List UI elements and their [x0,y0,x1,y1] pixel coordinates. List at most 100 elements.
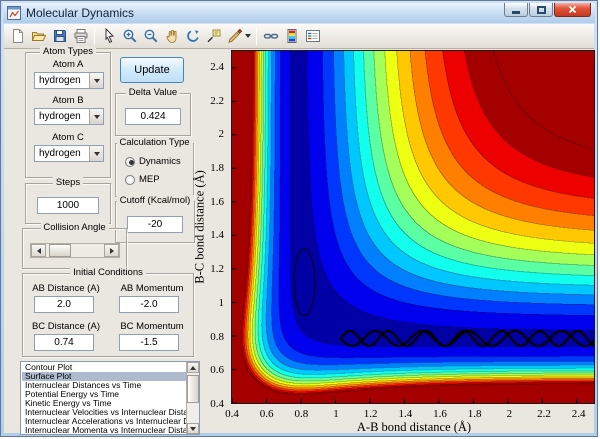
steps-panel: Steps 1000 [25,177,111,224]
list-item[interactable]: Internuclear Velocities vs Internuclear … [22,408,186,417]
x-tick-label: 0.4 [225,408,239,420]
ab-momentum-label: AB Momentum [120,283,184,294]
insert-legend-icon [305,30,320,42]
y-axis-label: B-C bond distance (Å) [192,170,207,284]
open-file-icon [31,32,46,41]
x-tick-label: 1.4 [398,408,413,420]
toolbar-separator [256,27,257,45]
zoom-in-button[interactable] [119,26,140,47]
edit-plot-button[interactable] [98,26,119,47]
plot-type-listbox[interactable]: Contour Plot Surface Plot Internuclear D… [20,361,200,435]
link-plot-button[interactable] [260,26,281,47]
insert-colorbar-icon [287,29,296,43]
delta-value-input[interactable]: 0.424 [125,108,181,125]
y-tick-label: 2.4 [210,60,224,73]
calculation-type-title: Calculation Type [116,137,193,148]
ab-momentum-input[interactable]: -2.0 [119,296,179,313]
list-item[interactable]: Internuclear Momenta vs Internuclear Dis… [22,426,186,433]
x-tick-label: 0.8 [294,408,309,420]
atom-c-value: hydrogen [39,148,81,159]
list-item[interactable]: Contour Plot [22,363,186,372]
list-items: Contour Plot Surface Plot Internuclear D… [22,363,186,433]
maximize-button[interactable] [529,3,553,17]
close-button[interactable] [554,3,591,17]
atom-c-label: Atom C [52,132,84,143]
x-tick-labels: 0.4 0.6 0.8 1 1.2 1.4 1.6 1.8 2 2.2 2.4 [225,408,596,420]
y-tick-label: 1.4 [210,229,224,242]
print-figure-button[interactable] [70,26,91,47]
initial-conditions-panel: Initial Conditions AB Distance (A) AB Mo… [22,267,194,357]
brush-data-button[interactable] [224,26,253,47]
minimize-button[interactable] [504,3,528,17]
minimize-icon [512,11,520,14]
atom-types-title: Atom Types [40,46,96,57]
slider-left-arrow[interactable] [31,244,46,257]
rotate-3d-button[interactable] [182,26,203,47]
list-item[interactable]: Internuclear Accelerations vs Internucle… [22,417,186,426]
chevron-down-icon[interactable] [89,109,103,124]
calculation-type-panel: Calculation Type Dynamics MEP [115,137,194,197]
ab-distance-input[interactable]: 2.0 [34,296,94,313]
mep-radio[interactable]: MEP [125,174,160,185]
y-tick-label: 2 [218,128,225,141]
x-tick-label: 2.4 [571,408,586,420]
initial-conditions-title: Initial Conditions [70,267,146,278]
x-tick-label: 1.6 [433,408,447,420]
insert-legend-button[interactable] [302,26,323,47]
bc-distance-input[interactable]: 0.74 [34,334,94,351]
chevron-down-icon[interactable] [89,146,103,161]
atom-b-select[interactable]: hydrogen [34,108,104,125]
toolbar-separator [94,27,95,45]
new-figure-icon [12,29,23,43]
bc-distance-label: BC Distance (A) [31,321,101,332]
chevron-down-icon[interactable] [89,73,103,88]
data-cursor-icon [207,29,220,43]
atom-c-select[interactable]: hydrogen [34,145,104,162]
update-button[interactable]: Update [120,57,184,83]
bc-momentum-input[interactable]: -1.5 [119,334,179,351]
steps-title: Steps [52,177,84,188]
print-icon [74,29,87,43]
atom-a-label: Atom A [52,59,84,70]
mep-radio-label: MEP [139,174,160,185]
save-figure-icon [53,30,66,42]
y-tick-label: 1.2 [210,263,224,276]
link-plot-icon [263,33,278,39]
insert-colorbar-button[interactable] [281,26,302,47]
zoom-out-icon [144,29,157,43]
list-item[interactable]: Internuclear Distances vs Time [22,381,186,390]
cutoff-input[interactable]: -20 [127,216,183,233]
list-item[interactable]: Surface Plot [22,372,186,381]
slider-right-arrow[interactable] [104,244,119,257]
window-title: Molecular Dynamics [26,6,135,20]
zoom-in-icon [123,29,136,43]
scrollbar-down-arrow[interactable] [187,423,199,434]
save-figure-button[interactable] [49,26,70,47]
window-icon [7,6,21,20]
edit-plot-cursor-icon [105,28,114,44]
plot-canvas[interactable] [231,50,595,404]
title-bar[interactable]: Molecular Dynamics [3,3,595,23]
cutoff-panel: Cutoff (Kcal/mol) -20 [115,195,195,243]
slider-thumb[interactable] [49,244,71,257]
pan-button[interactable] [161,26,182,47]
y-tick-label: 0.6 [210,364,224,377]
bc-momentum-label: BC Momentum [120,321,184,332]
dynamics-radio[interactable]: Dynamics [125,156,181,167]
list-item[interactable]: Kinetic Energy vs Time [22,399,186,408]
atom-b-label: Atom B [52,95,84,106]
new-figure-button[interactable] [7,26,28,47]
pan-hand-icon [165,29,176,43]
open-file-button[interactable] [28,26,49,47]
brush-dropdown-icon[interactable] [244,34,251,38]
collision-angle-slider[interactable] [30,243,120,258]
zoom-out-button[interactable] [140,26,161,47]
atom-a-value: hydrogen [39,75,81,86]
steps-input[interactable]: 1000 [37,197,99,214]
x-tick-label: 2.2 [537,408,551,420]
figure-client-area: Atom Types Atom A hydrogen Atom B hydrog… [4,46,596,435]
close-ic [568,5,577,14]
data-cursor-button[interactable] [203,26,224,47]
list-item[interactable]: Potential Energy vs Time [22,390,186,399]
atom-a-select[interactable]: hydrogen [34,72,104,89]
